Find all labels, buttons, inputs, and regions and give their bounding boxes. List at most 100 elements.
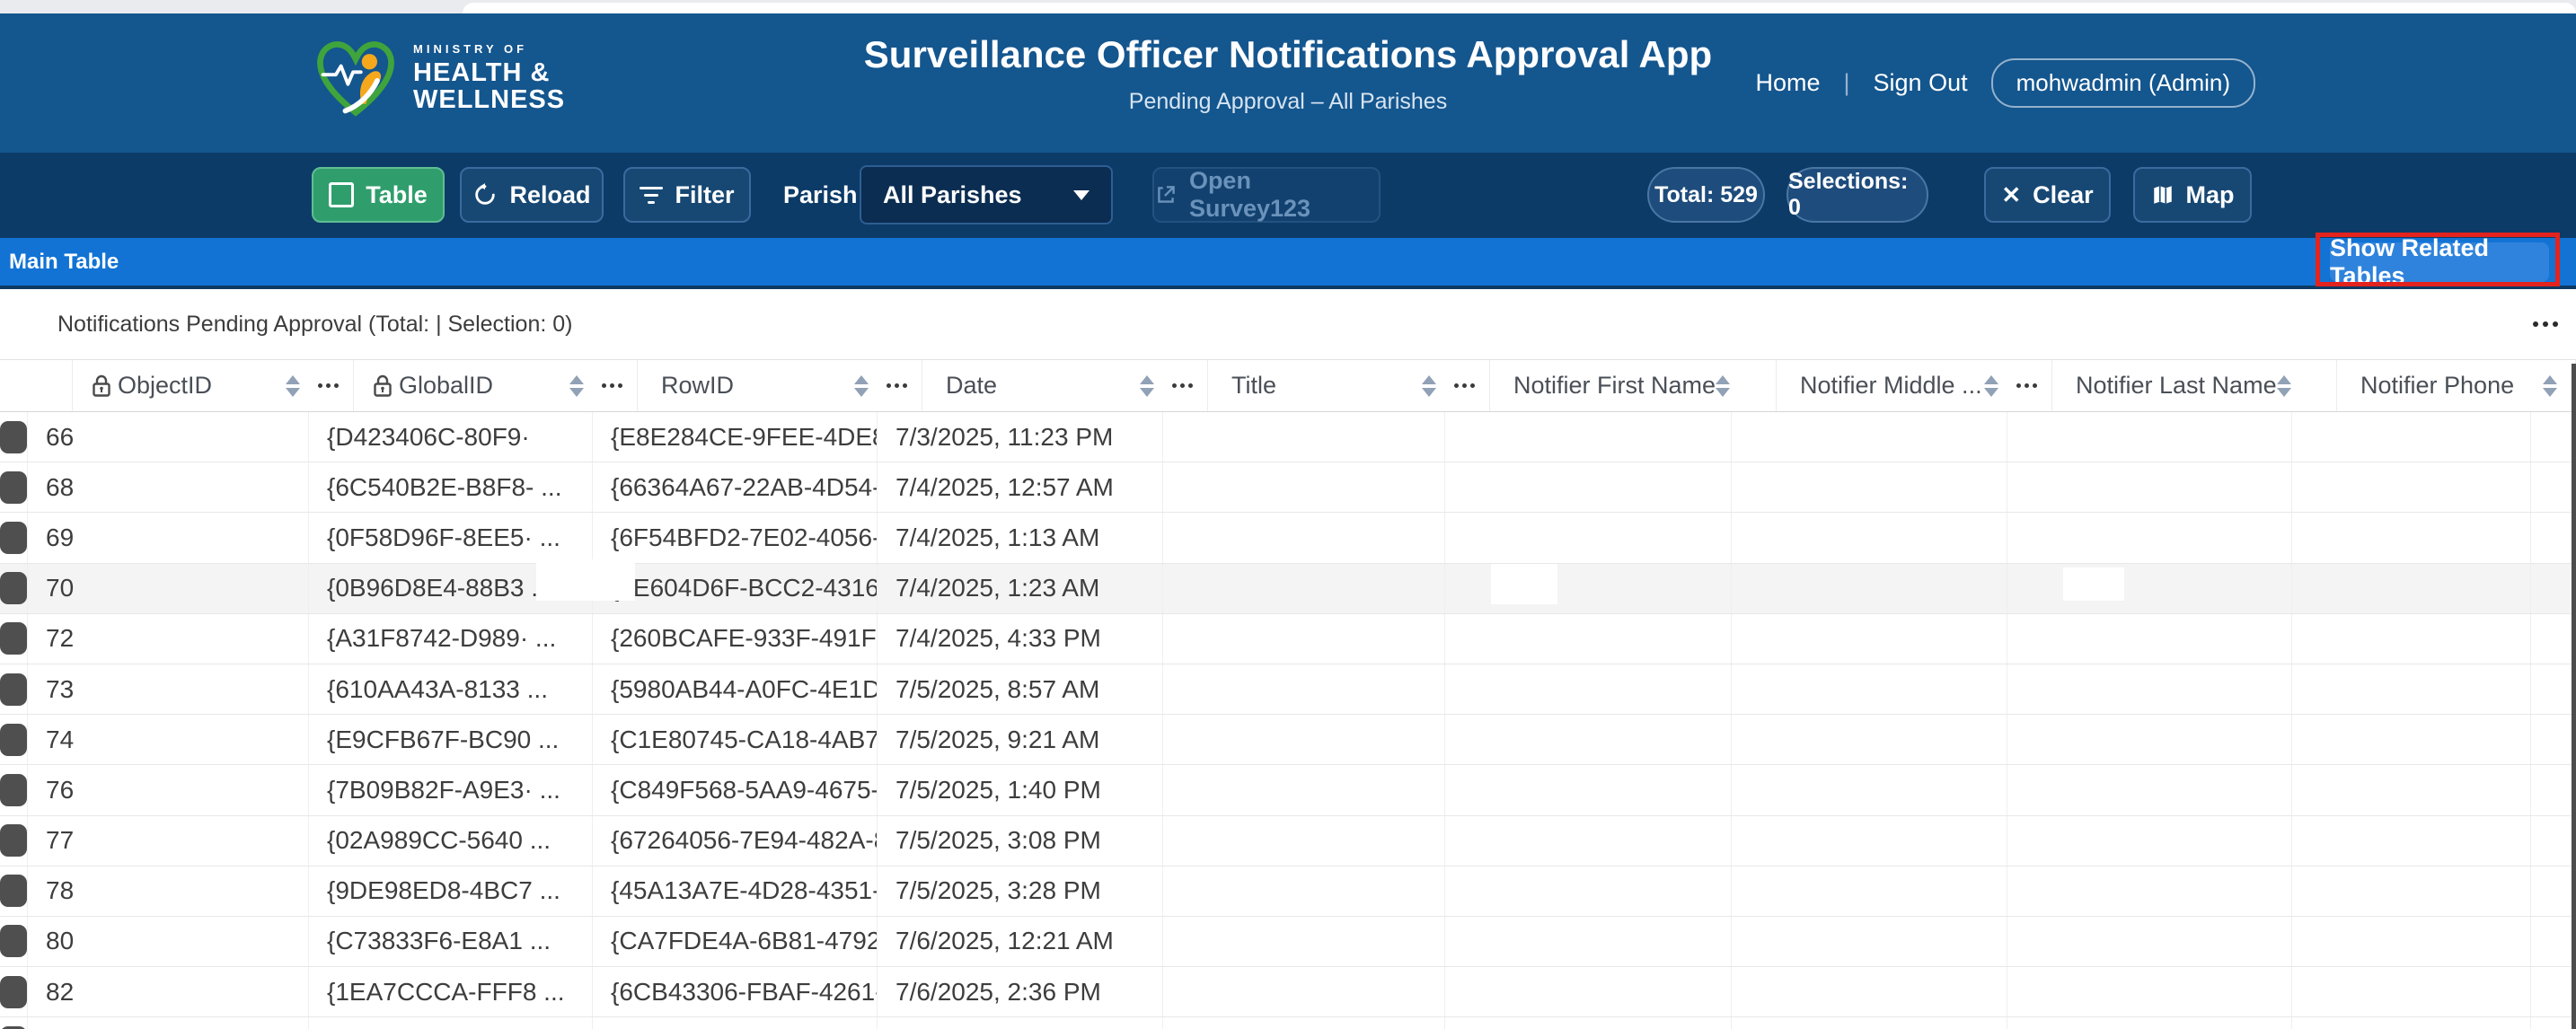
table-view-button[interactable]: Table [312, 167, 445, 223]
table-row[interactable]: 82{1EA7CCCA-FFF8 ...{6CB43306-FBAF-4261-… [0, 967, 2576, 1017]
cell-notifier_phone [2292, 513, 2531, 562]
cell-global_id: {7B09B82F-A9E3· ... [309, 765, 593, 814]
table-row[interactable]: 70{0B96D8E4-88B3 ...{8E604D6F-BCC2-4316-… [0, 564, 2576, 614]
cell-title [1163, 917, 1445, 966]
table-row[interactable]: 69{0F58D96F-8EE5· ...{6F54BFD2-7E02-4056… [0, 513, 2576, 563]
reload-button-label: Reload [509, 181, 590, 209]
logo-line-1: MINISTRY OF [413, 43, 565, 56]
vertical-scrollbar[interactable] [2572, 364, 2576, 1029]
row-checkbox[interactable] [0, 421, 27, 453]
column-header[interactable]: Notifier First Name [1490, 360, 1777, 411]
cell-title [1163, 564, 1445, 613]
column-header[interactable]: Notifier Middle ... [1777, 360, 2052, 411]
table-row[interactable]: 83{793D3B08-36F5{713419CE-3C9A-4B3E-87/6… [0, 1017, 2576, 1029]
cell-row_id: {E8E284CE-9FEE-4DE8-8... [593, 412, 878, 462]
table-row[interactable]: 74{E9CFB67F-BC90 ...{C1E80745-CA18-4AB7-… [0, 715, 2576, 765]
cell-notifier_middle [1732, 664, 2007, 714]
table-row[interactable]: 72{A31F8742-D989· ...{260BCAFE-933F-491F… [0, 614, 2576, 664]
cell-row_id: {C849F568-5AA9-4675-8... [593, 765, 878, 814]
row-checkbox[interactable] [0, 724, 27, 756]
cell-notifier_phone [2292, 917, 2531, 966]
row-checkbox[interactable] [0, 925, 27, 957]
row-checkbox[interactable] [0, 673, 27, 706]
table-row[interactable]: 66{D423406C-80F9·{E8E284CE-9FEE-4DE8-8..… [0, 412, 2576, 462]
filter-button[interactable]: Filter [623, 167, 751, 223]
map-button-label: Map [2186, 181, 2235, 209]
cell-notifier_phone [2292, 614, 2531, 664]
sort-icon[interactable] [1422, 375, 1436, 397]
row-checkbox-cell [0, 816, 28, 866]
cell-notifier_phone [2292, 462, 2531, 512]
open-survey123-button[interactable]: Open Survey123 [1152, 167, 1381, 223]
total-badge: Total: 529 [1647, 167, 1765, 223]
column-header[interactable]: Date [922, 360, 1208, 411]
column-header[interactable]: ObjectID [73, 360, 354, 411]
cell-notifier_phone [2292, 866, 2531, 916]
row-checkbox[interactable] [0, 774, 27, 806]
cell-global_id: {E9CFB67F-BC90 ... [309, 715, 593, 764]
column-header[interactable]: Notifier Last Name [2052, 360, 2337, 411]
cell-row_id: {45A13A7E-4D28-4351-8... [593, 866, 878, 916]
table-row[interactable]: 78{9DE98ED8-4BC7 ...{45A13A7E-4D28-4351-… [0, 866, 2576, 917]
table-row[interactable]: 77{02A989CC-5640 ...{67264056-7E94-482A-… [0, 816, 2576, 866]
table-row[interactable]: 80{C73833F6-E8A1 ...{CA7FDE4A-6B81-4792-… [0, 917, 2576, 967]
row-checkbox[interactable] [0, 875, 27, 907]
row-checkbox[interactable] [0, 622, 27, 655]
table-row[interactable]: 68{6C540B2E-B8F8- ...{66364A67-22AB-4D54… [0, 462, 2576, 513]
column-menu-icon[interactable] [887, 383, 891, 388]
reload-button[interactable]: Reload [460, 167, 604, 223]
cell-title [1163, 664, 1445, 714]
column-menu-icon[interactable] [1172, 383, 1177, 388]
clear-button[interactable]: ✕ Clear [1984, 167, 2111, 223]
sort-icon[interactable] [2543, 375, 2557, 397]
sort-icon[interactable] [569, 375, 584, 397]
table-row[interactable]: 76{7B09B82F-A9E3· ...{C849F568-5AA9-4675… [0, 765, 2576, 815]
selections-badge: Selections: 0 [1786, 167, 1928, 223]
cell-notifier_last: Notifier [2007, 1017, 2292, 1029]
column-header[interactable]: RowID [638, 360, 922, 411]
cell-notifier_middle [1732, 462, 2007, 512]
column-header[interactable]: Notifier Phone [2337, 360, 2576, 411]
table-options-icon[interactable] [2533, 321, 2538, 327]
cell-notifier_first [1445, 967, 1732, 1016]
column-menu-icon[interactable] [318, 383, 322, 388]
sort-icon[interactable] [1140, 375, 1154, 397]
column-menu-icon[interactable] [1454, 383, 1459, 388]
cell-date: 7/6/2025, 12:21 AM [878, 917, 1163, 966]
column-header[interactable]: Title [1208, 360, 1490, 411]
sort-icon[interactable] [2277, 375, 2291, 397]
sort-icon[interactable] [854, 375, 869, 397]
home-link[interactable]: Home [1755, 69, 1820, 97]
sort-icon[interactable] [1716, 375, 1730, 397]
cell-notifier_first [1445, 816, 1732, 866]
cell-notifier_last [2007, 967, 2292, 1016]
table-row[interactable]: 73{610AA43A-8133 ...{5980AB44-A0FC-4E1D-… [0, 664, 2576, 715]
health-wellness-logo-icon [313, 35, 399, 121]
cell-notifier_phone [2292, 564, 2531, 613]
column-header[interactable]: GlobalID [354, 360, 638, 411]
browser-strip [0, 0, 2576, 13]
sort-icon[interactable] [1984, 375, 1998, 397]
sign-out-link[interactable]: Sign Out [1874, 69, 1968, 97]
map-button[interactable]: Map [2133, 167, 2252, 223]
row-checkbox-cell [0, 765, 28, 814]
cell-title [1163, 967, 1445, 1016]
cell-row_id: {713419CE-3C9A-4B3E-8 [593, 1017, 878, 1029]
parish-select-value: All Parishes [883, 181, 1022, 209]
row-checkbox[interactable] [0, 471, 27, 504]
column-menu-icon[interactable] [602, 383, 606, 388]
cell-object_id: 82 [28, 967, 309, 1016]
parish-select[interactable]: All Parishes [860, 165, 1113, 224]
row-checkbox[interactable] [0, 824, 27, 857]
cell-notifier_middle [1732, 513, 2007, 562]
sort-icon[interactable] [286, 375, 300, 397]
cell-object_id: 74 [28, 715, 309, 764]
row-checkbox[interactable] [0, 976, 27, 1008]
cell-notifier_middle [1732, 816, 2007, 866]
map-icon [2151, 183, 2175, 207]
page-subtitle: Pending Approval – All Parishes [864, 89, 1712, 115]
row-checkbox[interactable] [0, 572, 27, 604]
column-menu-icon[interactable] [2016, 383, 2021, 388]
cell-notifier_middle [1732, 564, 2007, 613]
row-checkbox[interactable] [0, 522, 27, 554]
